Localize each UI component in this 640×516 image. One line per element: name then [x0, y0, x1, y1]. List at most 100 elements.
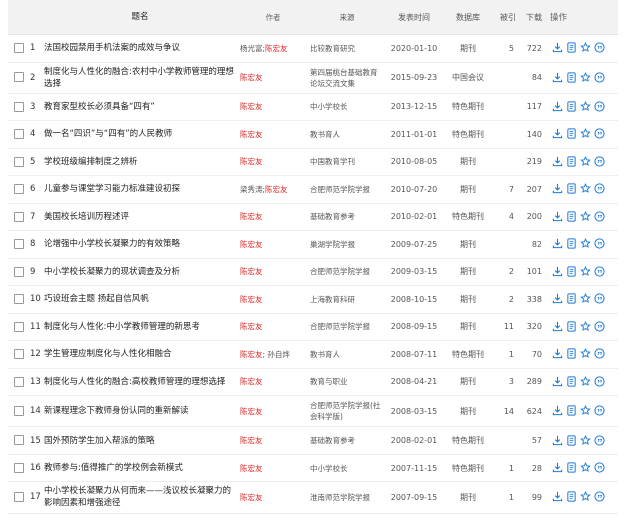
- quote-icon[interactable]: [594, 293, 607, 305]
- header-downloads[interactable]: 下载: [516, 0, 550, 35]
- source-link[interactable]: 中小学校长: [308, 454, 386, 483]
- author-link[interactable]: 陈宏友: [240, 322, 263, 331]
- author-link[interactable]: 陈宏友: [240, 436, 263, 445]
- source-link[interactable]: 巢湖学院学报: [308, 230, 386, 259]
- author-link[interactable]: 陈宏友;: [240, 350, 265, 359]
- download-icon[interactable]: [552, 491, 565, 503]
- html-read-icon[interactable]: [566, 348, 579, 360]
- html-read-icon[interactable]: [566, 72, 579, 84]
- source-link[interactable]: 教书育人: [308, 120, 386, 149]
- download-icon[interactable]: [552, 156, 565, 168]
- row-checkbox[interactable]: [14, 266, 24, 277]
- source-link[interactable]: 基础教育参考: [308, 426, 386, 455]
- author-link[interactable]: 陈宏友: [240, 295, 263, 304]
- favorite-star-icon[interactable]: [580, 348, 593, 360]
- quote-icon[interactable]: [594, 348, 607, 360]
- html-read-icon[interactable]: [566, 462, 579, 474]
- author-link[interactable]: 孙自烨: [265, 350, 290, 359]
- author-link[interactable]: 陈宏友: [240, 407, 263, 416]
- download-icon[interactable]: [552, 348, 565, 360]
- favorite-star-icon[interactable]: [580, 265, 593, 278]
- cited-count[interactable]: [494, 62, 516, 94]
- favorite-star-icon[interactable]: [580, 375, 593, 388]
- quote-icon[interactable]: [594, 101, 607, 113]
- download-icon[interactable]: [552, 405, 565, 417]
- cited-count[interactable]: 2: [494, 258, 516, 287]
- row-checkbox[interactable]: [14, 156, 24, 167]
- article-title-link[interactable]: 做一名“四识”与“四有”的人民教师: [42, 120, 238, 149]
- favorite-star-icon[interactable]: [580, 491, 593, 503]
- quote-icon[interactable]: [594, 42, 607, 54]
- quote-icon[interactable]: [594, 183, 607, 195]
- article-title-link[interactable]: 制度化与人性化的融合:高校教师管理的理想选择: [42, 368, 238, 397]
- article-title-link[interactable]: 新课程理念下教师身份认同的重新解读: [42, 395, 238, 428]
- author-link[interactable]: 杨光富;: [240, 44, 265, 53]
- author-link[interactable]: 陈宏友: [240, 493, 263, 502]
- row-checkbox[interactable]: [14, 406, 24, 417]
- download-icon[interactable]: [552, 376, 565, 388]
- source-link[interactable]: 上海教育科研: [308, 285, 386, 314]
- quote-icon[interactable]: [594, 128, 607, 140]
- row-checkbox[interactable]: [14, 376, 24, 387]
- quote-icon[interactable]: [594, 72, 607, 84]
- header-date[interactable]: 发表时间: [386, 0, 442, 35]
- source-link[interactable]: 合肥师范学院学报: [308, 258, 386, 287]
- favorite-star-icon[interactable]: [580, 42, 593, 54]
- source-link[interactable]: 教书育人: [308, 340, 386, 369]
- article-title-link[interactable]: 美国校长培训历程述评: [42, 203, 238, 232]
- row-checkbox[interactable]: [14, 492, 24, 503]
- cited-count[interactable]: 1: [494, 481, 516, 514]
- article-title-link[interactable]: 巧设班会主题 扬起自信风帆: [42, 285, 238, 314]
- source-link[interactable]: 教育与职业: [308, 368, 386, 397]
- cited-count[interactable]: 14: [494, 395, 516, 428]
- html-read-icon[interactable]: [566, 266, 579, 278]
- row-checkbox[interactable]: [14, 72, 24, 83]
- article-title-link[interactable]: 中小学校长凝聚力的现状调查及分析: [42, 258, 238, 287]
- article-title-link[interactable]: 制度化与人性化:中小学教师管理的新思考: [42, 313, 238, 342]
- row-checkbox[interactable]: [14, 101, 24, 112]
- html-read-icon[interactable]: [566, 491, 579, 503]
- source-link[interactable]: 合肥师范学院学报: [308, 175, 386, 204]
- row-checkbox[interactable]: [14, 184, 24, 195]
- cited-count[interactable]: [494, 93, 516, 122]
- quote-icon[interactable]: [594, 238, 607, 250]
- quote-icon[interactable]: [594, 405, 607, 417]
- favorite-star-icon[interactable]: [580, 462, 593, 474]
- download-icon[interactable]: [552, 266, 565, 278]
- favorite-star-icon[interactable]: [580, 210, 593, 223]
- cited-count[interactable]: 4: [494, 203, 516, 232]
- author-link[interactable]: 陈宏友: [240, 73, 263, 82]
- favorite-star-icon[interactable]: [580, 405, 593, 417]
- source-link[interactable]: 中国教育学刊: [308, 148, 386, 177]
- quote-icon[interactable]: [594, 491, 607, 503]
- favorite-star-icon[interactable]: [580, 434, 593, 447]
- html-read-icon[interactable]: [566, 156, 579, 168]
- article-title-link[interactable]: 国外预防学生加入帮派的策略: [42, 426, 238, 455]
- html-read-icon[interactable]: [566, 435, 579, 447]
- quote-icon[interactable]: [594, 376, 607, 388]
- source-link[interactable]: 比较教育研究: [308, 34, 386, 63]
- author-link[interactable]: 陈宏友: [240, 464, 263, 473]
- quote-icon[interactable]: [594, 211, 607, 223]
- html-read-icon[interactable]: [566, 183, 579, 195]
- source-link[interactable]: 淮南师范学院学报: [308, 481, 386, 514]
- cited-count[interactable]: 3: [494, 368, 516, 397]
- article-title-link[interactable]: 中小学校长凝聚力从何而来——浅议校长凝聚力的影响因素和增强途径: [42, 481, 238, 514]
- quote-icon[interactable]: [594, 156, 607, 168]
- cited-count[interactable]: 11: [494, 313, 516, 342]
- html-read-icon[interactable]: [566, 42, 579, 54]
- article-title-link[interactable]: 论增强中小学校长凝聚力的有效策略: [42, 230, 238, 259]
- html-read-icon[interactable]: [566, 405, 579, 417]
- article-title-link[interactable]: 学生管理应制度化与人性化相融合: [42, 340, 238, 369]
- author-link[interactable]: 陈宏友: [240, 102, 263, 111]
- author-link[interactable]: 陈宏友: [240, 130, 263, 139]
- source-link[interactable]: 合肥师范学院学报: [308, 313, 386, 342]
- html-read-icon[interactable]: [566, 128, 579, 140]
- download-icon[interactable]: [552, 435, 565, 447]
- row-checkbox[interactable]: [14, 129, 24, 140]
- quote-icon[interactable]: [594, 266, 607, 278]
- favorite-star-icon[interactable]: [580, 183, 593, 195]
- article-title-link[interactable]: 儿童参与课堂学习能力标准建设初探: [42, 175, 238, 204]
- article-title-link[interactable]: 教师参与:值得推广的学校例会新模式: [42, 454, 238, 483]
- download-icon[interactable]: [552, 128, 565, 140]
